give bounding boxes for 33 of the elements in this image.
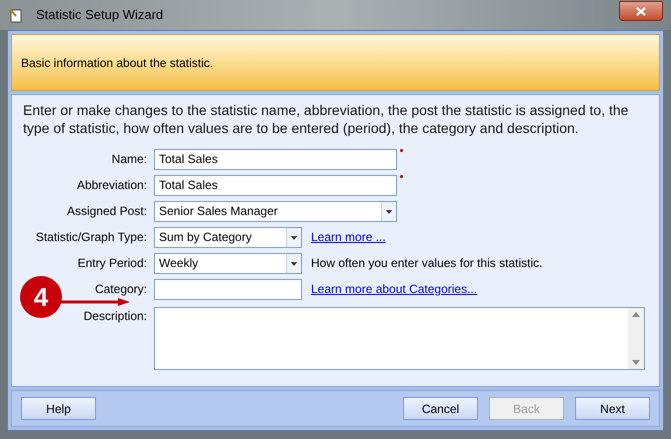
wizard-button[interactable]: Cancel [403,397,478,420]
dropdown-caret-icon [381,202,396,220]
wizard-icon [8,7,24,23]
scroll-down-icon[interactable] [632,360,640,365]
field-label: Category: [94,281,147,298]
wizard-button[interactable]: Help [21,397,96,420]
wizard-button[interactable]: Next [575,397,650,420]
pointer-arrow [60,297,130,307]
hint-text: How often you enter values for this statistic. [311,255,542,272]
field-label: Description: [84,308,147,325]
field-label: Abbreviation: [76,177,147,194]
dropdown-caret-icon [286,228,301,246]
field-label: Assigned Post: [66,203,147,220]
intro-text: Enter or make changes to the statistic name, abbreviation, the post the statistic is assigned to, the type of statistic, how often values are to be entered (period), the category and description. [23,101,630,137]
field-label: Name: [112,151,147,168]
header-text: Basic information about the statistic. [21,54,214,72]
description-field[interactable] [154,307,645,370]
dropdown-field[interactable]: Senior Sales Manager [154,200,397,222]
learn-more-link[interactable]: Learn more about Categories... [311,280,478,298]
scroll-up-icon[interactable] [632,312,640,317]
field-label: Statistic/Graph Type: [36,229,147,246]
close-icon [636,6,646,16]
dropdown-field[interactable]: Sum by Category [154,226,302,248]
dropdown-caret-icon [286,254,301,272]
field-label: Entry Period: [78,255,147,272]
text-field[interactable]: Total Sales [154,148,397,170]
dropdown-field[interactable]: Weekly [154,252,302,274]
scrollbar[interactable] [628,308,644,369]
close-button[interactable] [619,1,663,21]
text-field[interactable] [154,278,302,300]
text-field[interactable]: Total Sales [154,174,397,196]
window-title: Statistic Setup Wizard [36,6,164,24]
learn-more-link[interactable]: Learn more ... [311,228,386,246]
